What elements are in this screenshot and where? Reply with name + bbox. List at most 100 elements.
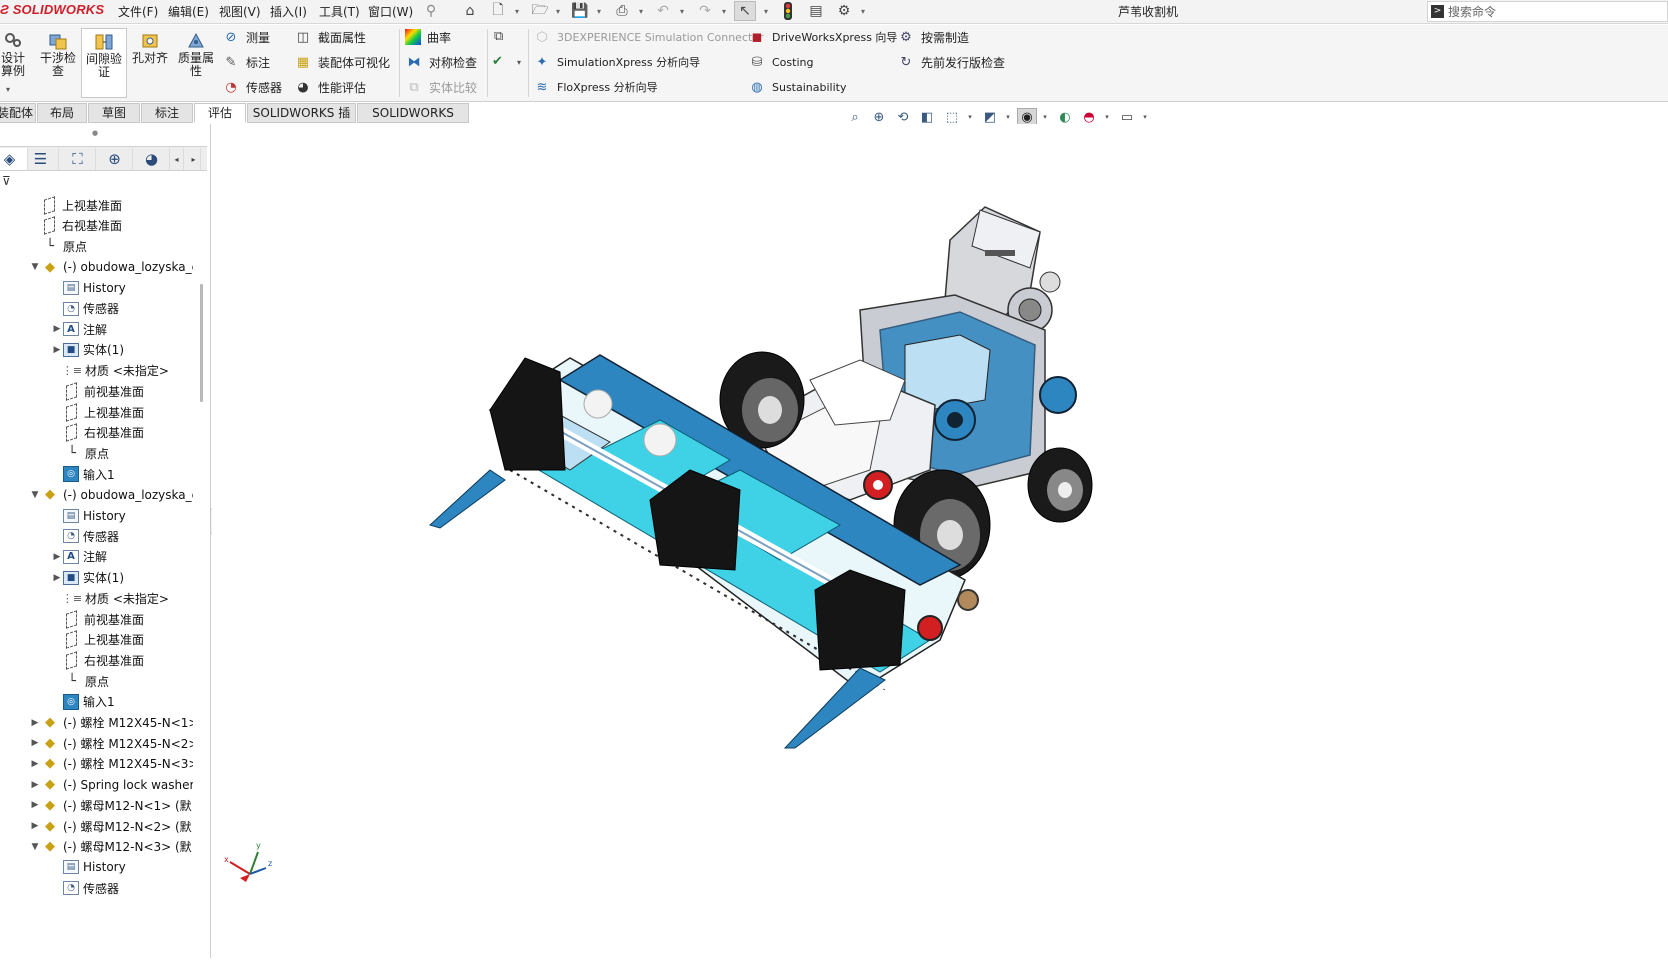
tree-item-component[interactable]: ▶ ◆ (-) 螺母M12-N<2> (默 [29, 816, 192, 836]
previous-release-check-button[interactable]: ↻ 先前发行版检查 [897, 51, 1005, 73]
undo-dropdown-icon[interactable]: ▾ [677, 1, 687, 21]
tree-item-plane[interactable]: 上视基准面 [51, 630, 144, 650]
simulationxpress-button[interactable]: ✦ SimulationXpress 分析向导 [533, 51, 701, 73]
tree-item-component[interactable]: ▼ ◆ (-) obudowa_lozyska_c [29, 257, 193, 277]
tree-item-plane[interactable]: 右视基准面 [51, 650, 144, 670]
expand-arrow-icon[interactable]: ▶ [29, 800, 41, 810]
collapse-arrow-icon[interactable]: ▼ [29, 262, 41, 272]
tab-assembly[interactable]: 装配体 [0, 103, 36, 123]
harvester-model[interactable] [212, 124, 1668, 958]
panel-grip-icon[interactable]: ● [92, 129, 98, 137]
select-dropdown-icon[interactable]: ▾ [761, 1, 771, 21]
design-study-button[interactable]: 设计算例 [0, 28, 30, 98]
menu-window[interactable]: 窗口(W) [368, 3, 413, 20]
tree-item-component[interactable]: ▼ ◆ (-) 螺母M12-N<3> (默 [29, 837, 192, 857]
undo-icon[interactable]: ↶ [652, 1, 674, 21]
compare-bodies-button[interactable]: ⧉ 实体比较 [405, 76, 477, 98]
save-dropdown-icon[interactable]: ▾ [594, 1, 604, 21]
on-demand-manufacturing-button[interactable]: ⚙ 按需制造 [897, 26, 969, 48]
hole-alignment-button[interactable]: 孔对齐 [129, 28, 171, 98]
print-icon[interactable]: ⎙ [611, 1, 633, 21]
tab-markup[interactable]: 标注 [141, 103, 193, 123]
tree-item-material[interactable]: ⋮≡ 材质 <未指定> [51, 588, 169, 608]
menu-file[interactable]: 文件(F) [118, 3, 158, 20]
measure-button[interactable]: ⊘ 测量 [222, 26, 270, 48]
curvature-button[interactable]: 曲率 [405, 26, 451, 48]
tree-item-origin[interactable]: └ 原点 [51, 443, 109, 463]
tab-sketch[interactable]: 草图 [88, 103, 140, 123]
tree-item-component[interactable]: ▶ ◆ (-) Spring lock washer [29, 775, 193, 795]
menu-edit[interactable]: 编辑(E) [168, 3, 209, 20]
tree-item-component[interactable]: ▼ ◆ (-) obudowa_lozyska_c [29, 485, 193, 505]
driveworksxpress-button[interactable]: ◼ DriveWorksXpress 向导 [748, 26, 898, 48]
save-icon[interactable]: 💾 [569, 1, 591, 21]
tree-item-history[interactable]: ▤ History [51, 506, 126, 526]
markup-button[interactable]: ✎ 标注 [222, 51, 270, 73]
tree-item-annotation[interactable]: ▶ A 注解 [51, 547, 107, 567]
redo-dropdown-icon[interactable]: ▾ [719, 1, 729, 21]
check-active-document-icon[interactable]: ✔ [492, 54, 510, 72]
check-dropdown-icon[interactable]: ▾ [517, 58, 521, 67]
tree-item-component[interactable]: ▶ ◆ (-) 螺栓 M12X45-N<3> [29, 754, 193, 774]
search-input[interactable] [1448, 3, 1663, 20]
expand-arrow-icon[interactable]: ▶ [29, 821, 41, 831]
menu-insert[interactable]: 插入(I) [270, 3, 307, 20]
collapse-arrow-icon[interactable]: ▼ [29, 842, 41, 852]
home-icon[interactable]: ⌂ [459, 1, 481, 21]
open-icon[interactable]: 🗁 [529, 1, 551, 21]
tree-item-plane[interactable]: 前视基准面 [51, 381, 144, 401]
compare-documents-icon[interactable]: ⧉ [494, 29, 512, 47]
property-manager-tab-icon[interactable]: ☰ [23, 148, 59, 170]
new-document-icon[interactable]: 🗋 [487, 1, 509, 21]
tree-item-import[interactable]: ◎ 输入1 [51, 692, 115, 712]
design-study-dropdown-icon[interactable]: ▾ [6, 85, 10, 94]
tree-item-component[interactable]: ▶ ◆ (-) 螺栓 M12X45-N<1> [29, 713, 193, 733]
configuration-manager-tab-icon[interactable]: ⛶ [60, 148, 96, 170]
tree-item-sensor[interactable]: ◔ 传感器 [51, 526, 119, 546]
sensor-button[interactable]: ◔ 传感器 [222, 76, 282, 98]
expand-arrow-icon[interactable]: ▶ [29, 780, 41, 790]
3dexperience-connector-button[interactable]: ⬡ 3DEXPERIENCE Simulation Connector [533, 26, 763, 48]
pin-icon[interactable]: ⚲ [420, 1, 442, 21]
performance-evaluation-button[interactable]: ◕ 性能评估 [294, 76, 366, 98]
interference-check-button[interactable]: 干涉检查 [37, 28, 79, 98]
tree-item-body[interactable]: ▶ ■ 实体(1) [51, 568, 124, 588]
tree-item-sensor[interactable]: ◔ 传感器 [51, 299, 119, 319]
expand-arrow-icon[interactable]: ▶ [51, 552, 63, 562]
display-manager-tab-icon[interactable]: ◕ [134, 148, 170, 170]
expand-arrow-icon[interactable]: ▶ [29, 718, 41, 728]
graphics-area[interactable] [212, 124, 1668, 958]
tree-item-history[interactable]: ▤ History [51, 278, 126, 298]
section-properties-button[interactable]: ◫ 截面属性 [294, 26, 366, 48]
menu-view[interactable]: 视图(V) [219, 3, 261, 20]
expand-arrow-icon[interactable]: ▶ [29, 759, 41, 769]
file-properties-icon[interactable]: ▤ [805, 1, 827, 21]
menu-tools[interactable]: 工具(T) [319, 3, 360, 20]
expand-arrow-icon[interactable]: ▶ [51, 324, 63, 334]
options-dropdown-icon[interactable]: ▾ [858, 1, 868, 21]
tab-layout[interactable]: 布局 [37, 103, 87, 123]
tree-item-body[interactable]: ▶ ■ 实体(1) [51, 340, 124, 360]
open-dropdown-icon[interactable]: ▾ [553, 1, 563, 21]
tab-evaluate[interactable]: 评估 [194, 103, 246, 123]
symmetry-check-button[interactable]: ⧓ 对称检查 [405, 51, 478, 73]
expand-arrow-icon[interactable]: ▶ [51, 345, 63, 355]
tree-item-history[interactable]: ▤ History [51, 857, 126, 877]
search-box[interactable]: > [1427, 1, 1668, 22]
tabs-scroll-right-icon[interactable]: ▸ [187, 148, 201, 170]
tree-item-material[interactable]: ⋮≡ 材质 <未指定> [51, 361, 169, 381]
tree-item-plane[interactable]: 上视基准面 [29, 195, 122, 215]
tree-item-annotation[interactable]: ▶ A 注解 [51, 319, 107, 339]
assembly-visualization-button[interactable]: ▦ 装配体可视化 [294, 51, 390, 73]
rebuild-traffic-light-icon[interactable] [777, 1, 799, 21]
tree-item-plane[interactable]: 上视基准面 [51, 402, 144, 422]
collapse-arrow-icon[interactable]: ▼ [29, 490, 41, 500]
new-dropdown-icon[interactable]: ▾ [512, 1, 522, 21]
tab-solidworks-addins[interactable]: SOLIDWORKS 插件 [247, 103, 356, 139]
options-gear-icon[interactable]: ⚙ [833, 1, 855, 21]
tree-item-import[interactable]: ◎ 输入1 [51, 464, 115, 484]
tree-item-origin[interactable]: └ 原点 [51, 671, 109, 691]
tab-solidworks-cam[interactable]: SOLIDWORKS CAM [357, 103, 469, 139]
expand-arrow-icon[interactable]: ▶ [29, 738, 41, 748]
costing-button[interactable]: ⛁ Costing [748, 51, 814, 73]
